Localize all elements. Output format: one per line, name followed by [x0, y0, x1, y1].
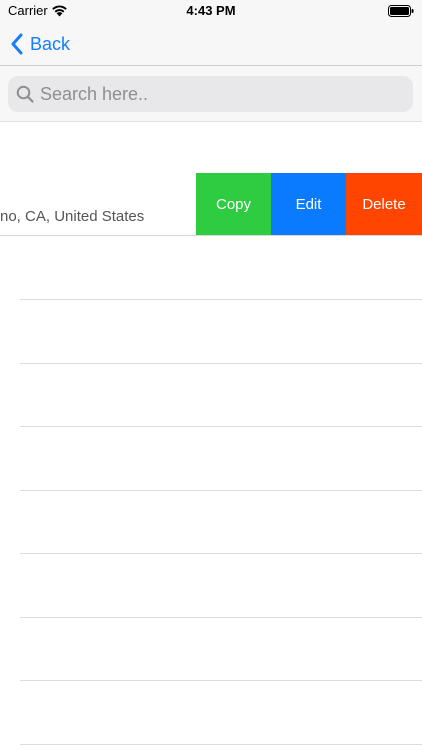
edit-button[interactable]: Edit	[271, 173, 346, 235]
copy-button[interactable]: Copy	[196, 173, 271, 235]
row-separator	[20, 680, 422, 681]
back-label: Back	[30, 33, 71, 54]
navigation-bar: Back	[0, 22, 422, 66]
row-separator	[20, 363, 422, 364]
delete-button[interactable]: Delete	[346, 173, 422, 235]
battery-icon	[388, 5, 414, 17]
row-separator	[20, 299, 422, 300]
row-separator	[20, 744, 422, 745]
search-input[interactable]	[40, 83, 400, 105]
search-icon	[16, 85, 34, 103]
status-bar: Carrier 4:43 PM	[0, 0, 422, 22]
chevron-left-icon	[11, 33, 23, 55]
back-button[interactable]: Back	[10, 30, 70, 58]
swipe-actions: Copy Edit Delete	[196, 173, 422, 235]
row-separator	[20, 490, 422, 491]
row-subtitle: no, CA, United States	[0, 208, 145, 225]
status-time: 4:43 PM	[186, 3, 236, 18]
row-separator	[20, 553, 422, 554]
row-separator	[20, 617, 422, 618]
search-field[interactable]	[8, 76, 413, 112]
search-bar	[0, 66, 422, 122]
row-separator	[20, 426, 422, 427]
list-item[interactable]: no, CA, United States Copy Edit Delete	[0, 122, 422, 236]
